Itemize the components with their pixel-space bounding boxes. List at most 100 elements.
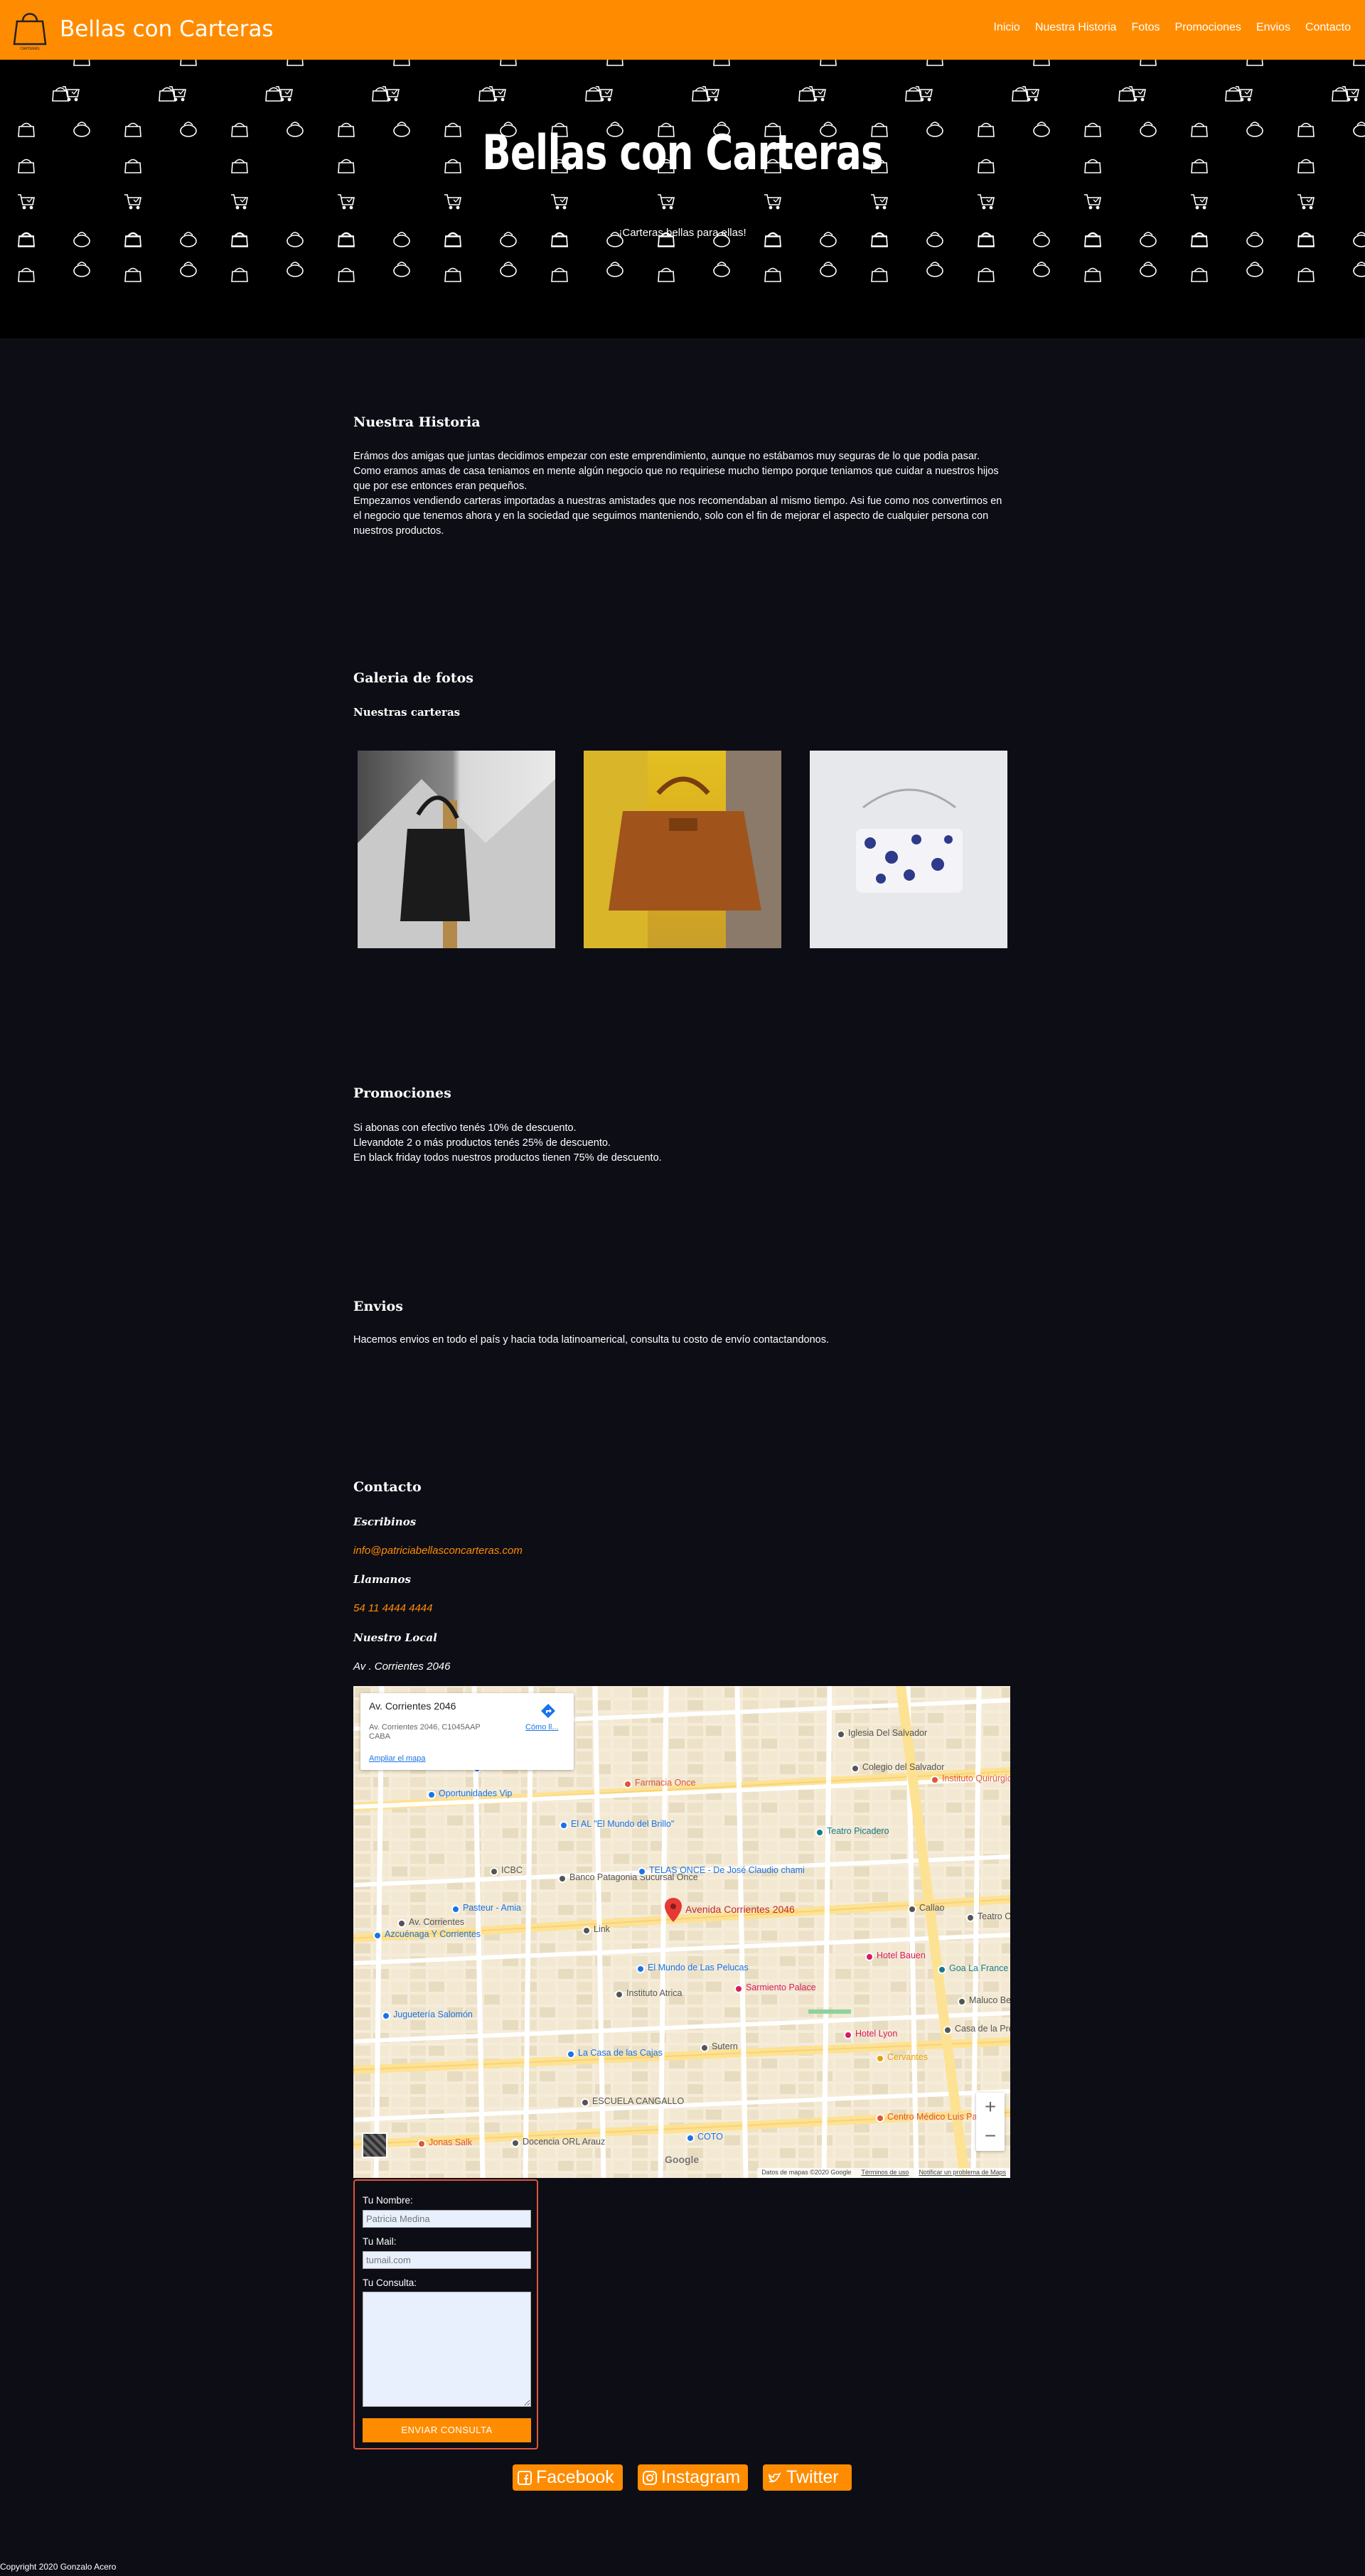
map-place-label: Farmacia Once [635, 1778, 696, 1788]
map-terms-link[interactable]: Términos de uso [861, 2169, 909, 2177]
zoom-in-button[interactable]: + [976, 2093, 1005, 2122]
query-textarea[interactable] [363, 2292, 531, 2407]
hero-title: Bellas con Carteras [482, 125, 883, 181]
gallery-photo-brown-bag[interactable] [584, 751, 781, 948]
instagram-button[interactable]: Instagram [638, 2464, 748, 2491]
map-place-marker[interactable] [815, 1828, 824, 1837]
map-place-marker[interactable] [686, 2134, 695, 2142]
map-place-label: Sutern [712, 2041, 738, 2051]
nav-link-inicio[interactable]: Inicio [993, 21, 1019, 34]
map-place-marker[interactable] [615, 1990, 623, 1999]
map-place-marker[interactable] [581, 2098, 589, 2107]
map-place-marker[interactable] [582, 1926, 591, 1935]
satellite-toggle-button[interactable] [362, 2132, 387, 2158]
enlarge-map-link[interactable]: Ampliar el mapa [369, 1754, 425, 1763]
location-pin-icon [665, 1898, 682, 1922]
twitter-button[interactable]: Twitter [763, 2464, 852, 2491]
nav-link-historia[interactable]: Nuestra Historia [1035, 21, 1117, 34]
map-place-marker[interactable] [837, 1730, 845, 1739]
google-map[interactable]: Ciudad CotillónOportunidades VipFarmacia… [353, 1686, 1010, 2178]
map-place-marker[interactable] [958, 1997, 966, 2006]
map-place-label: ICBC [501, 1865, 523, 1875]
hero-subtitle: ¡Carteras bellas para ellas! [619, 227, 746, 239]
map-place-label: Oportunidades Vip [439, 1788, 513, 1798]
map-place-marker[interactable] [943, 2026, 952, 2034]
map-place-marker[interactable] [511, 2139, 520, 2147]
map-place-marker[interactable] [451, 1905, 460, 1914]
map-place-marker[interactable] [427, 1791, 436, 1799]
facebook-icon [518, 2470, 532, 2485]
map-zoom-control: + − [976, 2093, 1005, 2151]
contact-phone-link[interactable]: 54 11 4444 4444 [353, 1602, 433, 1614]
zoom-out-button[interactable]: − [976, 2122, 1005, 2151]
mail-input[interactable] [363, 2251, 531, 2269]
map-place-label: Callao [919, 1903, 945, 1913]
map-place-label: Teatro Corrientes [978, 1911, 1010, 1921]
escribinos-label: Escribinos [353, 1515, 417, 1528]
map-place-marker[interactable] [734, 1985, 743, 1993]
instagram-label: Instagram [661, 2467, 741, 2487]
local-address: Av . Corrientes 2046 [353, 1660, 451, 1673]
promocion-line: Si abonas con efectivo tenés 10% de desc… [353, 1122, 577, 1134]
map-place-marker[interactable] [876, 2054, 884, 2063]
map-place-label: Cervantes [887, 2052, 928, 2062]
directions-link[interactable]: Cómo ll... [525, 1723, 558, 1732]
map-place-marker[interactable] [382, 2012, 390, 2020]
map-place-marker[interactable] [560, 1821, 568, 1830]
brand-name: Bellas con Carteras [60, 16, 274, 42]
map-place-marker[interactable] [966, 1914, 975, 1922]
map-place-marker[interactable] [373, 1931, 382, 1940]
map-place-label: Av. Corrientes [409, 1917, 465, 1927]
contact-form: Tu Nombre: Tu Mail: Tu Consulta: ENVIAR … [353, 2179, 538, 2449]
map-place-marker[interactable] [558, 1874, 567, 1883]
map-data-credit: Datos de mapas ©2020 Google [761, 2169, 852, 2176]
nav-link-envios[interactable]: Envios [1256, 21, 1290, 34]
historia-text: Erámos dos amigas que juntas decidimos e… [353, 449, 1012, 539]
llamanos-label: Llamanos [353, 1573, 411, 1586]
name-input[interactable] [363, 2210, 531, 2228]
map-report-link[interactable]: Notificar un problema de Maps [919, 2169, 1006, 2177]
navbar: CARTERAS Bellas con Carteras Inicio Nues… [0, 0, 1365, 60]
nav-link-fotos[interactable]: Fotos [1132, 21, 1160, 34]
map-place-label: ESCUELA CANGALLO [592, 2096, 685, 2106]
map-place-marker[interactable] [931, 1776, 939, 1784]
map-place-marker[interactable] [908, 1905, 916, 1914]
copyright: Copyright 2020 Gonzalo Acero [0, 2562, 117, 2572]
contact-email-link[interactable]: info@patriciabellasconcarteras.com [353, 1545, 523, 1557]
historia-paragraph: Como eramos amas de casa teniamos en men… [353, 466, 999, 492]
gallery-photo-black-tote[interactable] [358, 751, 555, 948]
map-place-label: Link [594, 1924, 610, 1934]
map-place-marker[interactable] [844, 2031, 852, 2039]
map-place-label: Iglesia Del Salvador [848, 1728, 928, 1738]
map-card-title: Av. Corrientes 2046 [369, 1700, 456, 1712]
promociones-title: Promociones [353, 1085, 451, 1101]
map-place-marker[interactable] [638, 1867, 646, 1876]
map-place-marker[interactable] [636, 1965, 645, 1973]
map-place-marker[interactable] [938, 1965, 946, 1974]
map-place-marker[interactable] [567, 2050, 575, 2059]
map-place-label: Pasteur - Amia [463, 1903, 521, 1913]
gallery-photo-patterned-purse[interactable] [810, 751, 1007, 948]
map-place-label: Casa de la Provincia de Buenos Aires [955, 2024, 1010, 2034]
map-place-marker[interactable] [623, 1780, 632, 1788]
facebook-button[interactable]: Facebook [513, 2464, 623, 2491]
map-place-marker[interactable] [397, 1919, 406, 1928]
nav-link-contacto[interactable]: Contacto [1305, 21, 1351, 34]
map-place-marker[interactable] [865, 1953, 874, 1961]
map-place-marker[interactable] [876, 2114, 884, 2122]
handbag-pattern-background [18, 60, 1365, 282]
directions-icon[interactable] [540, 1703, 556, 1719]
submit-query-button[interactable]: ENVIAR CONSULTA [363, 2418, 531, 2442]
map-place-label: Docencia ORL Arauz [523, 2137, 606, 2147]
map-card-address: Av. Corrientes 2046, C1045AAP CABA [369, 1723, 511, 1742]
map-place-label: COTO [697, 2132, 723, 2142]
map-place-label: El Mundo de Las Pelucas [648, 1963, 749, 1973]
map-place-marker[interactable] [851, 1764, 860, 1773]
nav-link-promociones[interactable]: Promociones [1175, 21, 1241, 34]
map-place-marker[interactable] [417, 2140, 426, 2148]
map-place-marker[interactable] [490, 1867, 498, 1876]
map-place-marker[interactable] [700, 2044, 709, 2052]
map-place-label: Instituto Atrica [626, 1988, 682, 1998]
promocion-line: Llevandote 2 o más productos tenés 25% d… [353, 1137, 611, 1149]
brand-link[interactable]: CARTERAS Bellas con Carteras [13, 7, 274, 51]
